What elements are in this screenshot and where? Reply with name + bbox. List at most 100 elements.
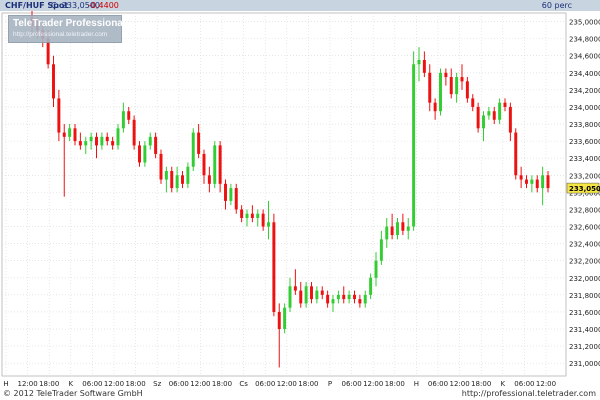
- x-tick-label: H: [3, 380, 8, 388]
- x-tick-label: 06:00: [255, 380, 275, 388]
- candle-body: [406, 226, 410, 231]
- y-tick-label: 232,0000: [569, 275, 600, 283]
- y-tick-label: 233,8000: [569, 121, 600, 129]
- candle-body: [143, 145, 147, 163]
- candle-body: [197, 132, 201, 154]
- x-tick-label: 12:00: [190, 380, 210, 388]
- x-tick-label: 18:00: [126, 380, 146, 388]
- candle-body: [127, 111, 131, 120]
- candle-body: [396, 222, 399, 236]
- footer: © 2012 TeleTrader Software GmbH http://p…: [0, 388, 600, 400]
- candle-body: [535, 179, 539, 189]
- candle-body: [299, 290, 303, 304]
- teletrader-logo: TeleTrader Professional http://professio…: [8, 15, 126, 43]
- candle-body: [256, 213, 260, 218]
- candle-body: [342, 294, 346, 300]
- candle-body: [288, 286, 292, 308]
- candle-body: [277, 311, 281, 330]
- copyright-text: © 2012 TeleTrader Software GmbH: [3, 389, 143, 398]
- candle-body: [487, 111, 491, 116]
- candle-body: [417, 59, 421, 65]
- candlestick-chart[interactable]: 231,0000 231,2000 231,4000 231,6000 231,8000…: [0, 11, 600, 388]
- candle-body: [471, 98, 475, 107]
- y-tick-label: 234,6000: [569, 53, 600, 61]
- candle-body: [207, 175, 211, 184]
- x-tick-label: 12:00: [277, 380, 297, 388]
- candle-body: [105, 136, 109, 142]
- candle-body: [73, 128, 77, 142]
- candle-body: [250, 213, 254, 218]
- x-tick-label: 12:00: [104, 380, 124, 388]
- y-tick-label: 234,4000: [569, 70, 600, 78]
- candle-body: [186, 166, 190, 184]
- candle-body: [159, 153, 163, 180]
- candle-body: [433, 102, 437, 112]
- candle-body: [439, 72, 442, 112]
- candle-body: [95, 136, 98, 146]
- y-tick-label: 234,2000: [569, 87, 600, 95]
- candle-body: [132, 119, 136, 146]
- x-tick-label: Cs: [239, 380, 248, 388]
- y-tick-label: 231,4000: [569, 326, 600, 334]
- candle-body: [245, 213, 249, 218]
- candle-body: [358, 299, 362, 304]
- candle-body: [218, 145, 222, 184]
- candle-body: [385, 226, 389, 240]
- candle-body: [89, 136, 93, 142]
- x-tick-label: 12:00: [18, 380, 38, 388]
- candle-body: [202, 153, 206, 176]
- y-tick-label: 232,2000: [569, 258, 600, 266]
- y-tick-label: 233,4000: [569, 155, 600, 163]
- candle-body: [482, 115, 485, 129]
- x-tick-label: 18:00: [212, 380, 232, 388]
- candle-body: [213, 145, 217, 184]
- candle-body: [320, 290, 324, 295]
- y-tick-label: 234,0000: [569, 104, 600, 112]
- candle-body: [353, 294, 356, 300]
- y-tick-label: 235,0000: [569, 19, 600, 27]
- x-tick-label: 06:00: [82, 380, 102, 388]
- candle-body: [175, 175, 179, 189]
- candle-body: [444, 72, 448, 78]
- candle-body: [401, 222, 405, 231]
- candle-body: [111, 141, 115, 146]
- candle-body: [121, 111, 125, 129]
- candle-body: [310, 286, 313, 300]
- y-tick-label: 232,6000: [569, 224, 600, 232]
- candle-body: [519, 175, 523, 180]
- candle-body: [234, 188, 238, 210]
- candle-body: [374, 260, 378, 278]
- price-change: -0,4400: [88, 1, 119, 10]
- candle-body: [138, 145, 141, 163]
- x-tick-label: 06:00: [169, 380, 189, 388]
- candle-body: [331, 299, 335, 304]
- candle-body: [57, 98, 61, 133]
- y-tick-label: 231,8000: [569, 292, 600, 300]
- footer-url: http://professional.teletrader.com: [461, 389, 596, 398]
- candle-body: [304, 286, 308, 304]
- candle-body: [62, 132, 66, 137]
- x-tick-label: 12:00: [363, 380, 383, 388]
- candle-body: [267, 222, 270, 227]
- candle-body: [164, 171, 168, 180]
- candle-body: [492, 111, 496, 120]
- candle-body: [465, 81, 469, 99]
- x-tick-label: 06:00: [342, 380, 362, 388]
- candle-body: [460, 77, 464, 82]
- candle-body: [116, 128, 120, 146]
- candle-body: [498, 102, 502, 120]
- x-tick-label: 18:00: [298, 380, 318, 388]
- x-tick-label: Sz: [153, 380, 161, 388]
- candle-body: [347, 294, 351, 300]
- candle-body: [508, 106, 512, 133]
- x-tick-label: 18:00: [471, 380, 491, 388]
- x-tick-label: 06:00: [428, 380, 448, 388]
- candle-body: [390, 226, 394, 236]
- x-tick-label: 12:00: [450, 380, 470, 388]
- candle-body: [261, 213, 265, 227]
- candle-body: [240, 209, 244, 218]
- x-tick-label: H: [414, 380, 419, 388]
- candle-body: [336, 294, 340, 300]
- candle-body: [412, 64, 416, 227]
- candle-body: [422, 59, 426, 73]
